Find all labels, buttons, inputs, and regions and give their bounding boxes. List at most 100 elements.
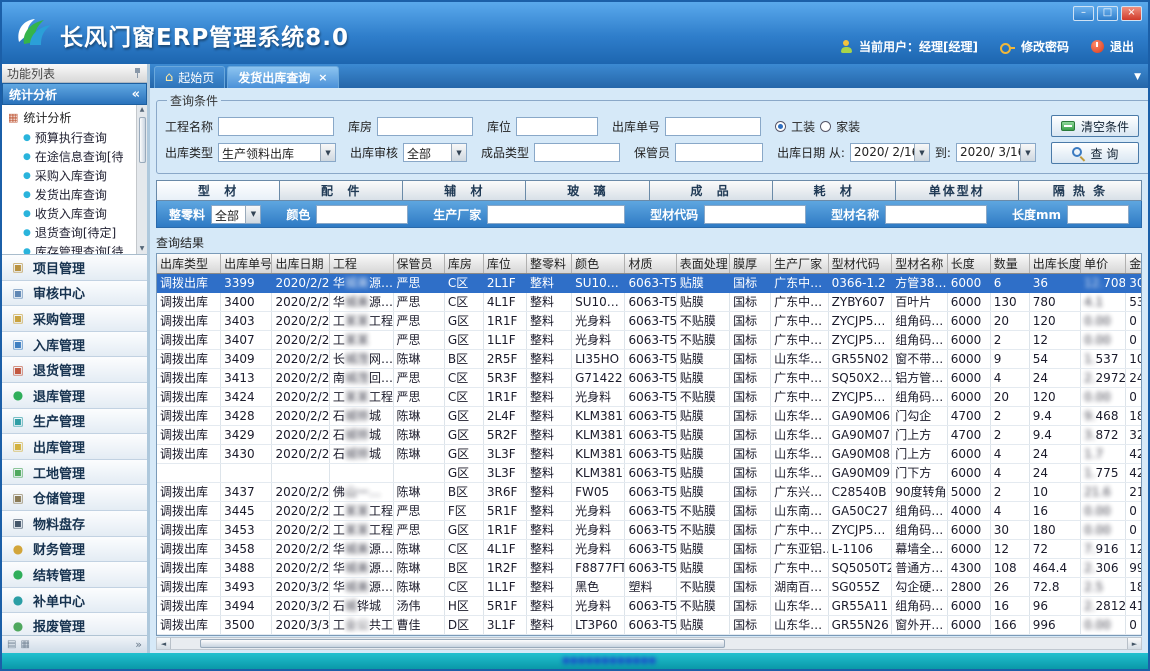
project-name-input[interactable]: [218, 117, 334, 136]
change-password-link[interactable]: 修改密码: [1021, 38, 1069, 55]
column-header[interactable]: 表面处理: [676, 254, 729, 273]
sidebar-item-production[interactable]: ▣生产管理: [2, 409, 147, 435]
pin-icon[interactable]: [133, 67, 142, 79]
panel-list-icon[interactable]: ▦: [20, 639, 29, 650]
table-row[interactable]: 调拨出库34092020/2/25长城茂网…陈琳B区2R5F整料LI35HO60…: [157, 349, 1142, 368]
minimize-button[interactable]: –: [1073, 6, 1094, 21]
column-header[interactable]: 保管员: [393, 254, 444, 273]
sidebar-item-audit[interactable]: ▣审核中心: [2, 281, 147, 307]
table-row[interactable]: 调拨出库34072020/2/25工某某严思G区1L1F整料光身料6063-T5…: [157, 330, 1142, 349]
date-from-picker[interactable]: 2020/ 2/16 ▼: [850, 143, 930, 162]
tab-close-icon[interactable]: ×: [318, 71, 327, 84]
radio-gongzhuang[interactable]: [775, 121, 786, 132]
tab-home[interactable]: ⌂ 起始页: [154, 66, 225, 88]
scroll-right-icon[interactable]: ►: [1127, 638, 1141, 649]
sidebar-item-finance[interactable]: ●财务管理: [2, 537, 147, 563]
column-header[interactable]: 型材名称: [892, 254, 947, 273]
sidebar-item-outbound[interactable]: ▣出库管理: [2, 434, 147, 460]
length-input[interactable]: [1067, 205, 1129, 224]
table-row[interactable]: 调拨出库34282020/2/26石城铧城陈琳G区2L4F整料KLM381760…: [157, 406, 1142, 425]
column-header[interactable]: 生产厂家: [771, 254, 828, 273]
panel-monitor-icon[interactable]: ▤: [7, 639, 16, 650]
column-header[interactable]: 颜色: [572, 254, 625, 273]
tab-shipment-outbound-query[interactable]: 发货出库查询 ×: [227, 66, 338, 88]
tree-item[interactable]: ●退货查询[待定]: [2, 223, 135, 242]
sidebar-section-statistics[interactable]: 统计分析 «: [2, 83, 147, 105]
tab-overflow-icon[interactable]: ▼: [1134, 72, 1141, 82]
column-header[interactable]: 整零料: [526, 254, 571, 273]
sidebar-item-return-store[interactable]: ●退库管理: [2, 383, 147, 409]
sidebar-item-inbound[interactable]: ▣入库管理: [2, 332, 147, 358]
color-input[interactable]: [316, 205, 408, 224]
close-button[interactable]: ×: [1121, 6, 1142, 21]
sidebar-item-site[interactable]: ▣工地管理: [2, 460, 147, 486]
sidebar-item-carryover[interactable]: ●结转管理: [2, 562, 147, 588]
column-header[interactable]: 膜厚: [730, 254, 771, 273]
material-tab[interactable]: 玻 璃: [526, 180, 649, 201]
sidebar-item-storage[interactable]: ▣仓储管理: [2, 485, 147, 511]
chevron-down-icon[interactable]: ▼: [1020, 144, 1035, 161]
profile-name-input[interactable]: [885, 205, 987, 224]
column-header[interactable]: 库房: [444, 254, 483, 273]
table-row[interactable]: 调拨出库34302020/2/26石城铧城陈琳G区3L3F整料KLM381760…: [157, 444, 1142, 463]
out-type-select[interactable]: 生产领料出库 ▼: [218, 143, 336, 162]
radio-jiazhuang[interactable]: [820, 121, 831, 132]
chevron-down-icon[interactable]: ▼: [245, 206, 260, 223]
date-to-picker[interactable]: 2020/ 3/16 ▼: [956, 143, 1036, 162]
sidebar-item-return-goods[interactable]: ▣退货管理: [2, 357, 147, 383]
table-row[interactable]: 调拨出库34942020/3/2石城铧城汤伟H区5R1F整料光身料6063-T5…: [157, 596, 1142, 615]
material-tab[interactable]: 单体型材: [896, 180, 1019, 201]
tree-scrollbar[interactable]: ▲ ▼: [136, 105, 147, 254]
table-row[interactable]: 调拨出库35002020/3/3工业公共工程曹佳D区3L1F整料LT3P6060…: [157, 615, 1142, 634]
column-header[interactable]: 工程: [329, 254, 393, 273]
product-type-input[interactable]: [534, 143, 620, 162]
tree-item[interactable]: ●发货出库查询: [2, 185, 135, 204]
scrollbar-track[interactable]: [171, 638, 1127, 649]
table-row[interactable]: 调拨出库33992020/2/25华城美源…严思C区2L1F整料SU10…606…: [157, 273, 1142, 292]
location-input[interactable]: [516, 117, 598, 136]
table-row[interactable]: 调拨出库34002020/2/25华城美源…严思C区4L1F整料SU10…606…: [157, 292, 1142, 311]
material-tab[interactable]: 配 件: [280, 180, 403, 201]
column-header[interactable]: 出库长度: [1029, 254, 1080, 273]
scroll-down-icon[interactable]: ▼: [140, 244, 145, 254]
material-tab[interactable]: 型 材: [156, 180, 280, 201]
scrollbar-thumb[interactable]: [139, 117, 146, 163]
table-row[interactable]: 调拨出库35102020/3/4工业公共工程陈琳F区5R1F整料光身料6063-…: [157, 634, 1142, 636]
sidebar-item-supplement[interactable]: ●补单中心: [2, 588, 147, 614]
scroll-left-icon[interactable]: ◄: [157, 638, 171, 649]
horizontal-scrollbar[interactable]: ◄ ►: [156, 637, 1142, 650]
more-panels-button[interactable]: »: [135, 638, 142, 651]
table-row[interactable]: 调拨出库34532020/2/28工某某工程严思G区1R1F整料光身料6063-…: [157, 520, 1142, 539]
column-header[interactable]: 出库日期: [272, 254, 329, 273]
table-row[interactable]: 调拨出库34452020/2/27工某某工程严思F区5R1F整料光身料6063-…: [157, 501, 1142, 520]
collapse-icon[interactable]: «: [132, 87, 140, 102]
tree-item[interactable]: ●库存管理查询[待: [2, 242, 135, 255]
chevron-down-icon[interactable]: ▼: [320, 144, 335, 161]
tree-item[interactable]: ●收货入库查询: [2, 204, 135, 223]
table-row[interactable]: 调拨出库34242020/2/26工某某工程严思C区1R1F整料光身料6063-…: [157, 387, 1142, 406]
search-button[interactable]: 查 询: [1051, 142, 1139, 164]
maximize-button[interactable]: □: [1097, 6, 1118, 21]
column-header[interactable]: 数量: [990, 254, 1029, 273]
tree-item[interactable]: ●在途信息查询[待: [2, 147, 135, 166]
audit-select[interactable]: 全部 ▼: [403, 143, 467, 162]
tree-item[interactable]: ●预算执行查询: [2, 128, 135, 147]
table-row[interactable]: 调拨出库34032020/2/25工某某工程严思G区1R1F整料光身料6063-…: [157, 311, 1142, 330]
logout-link[interactable]: 退出: [1110, 38, 1134, 55]
table-row[interactable]: G区3L3F整料KLM38176063-T5贴膜国标山东华…GA90M09…门下…: [157, 463, 1142, 482]
clear-conditions-button[interactable]: 清空条件: [1051, 115, 1139, 137]
scrollbar-thumb[interactable]: [200, 639, 726, 648]
sidebar-item-project[interactable]: ▣项目管理: [2, 255, 147, 281]
table-row[interactable]: 调拨出库34292020/2/26石城铧城陈琳G区5R2F整料KLM381760…: [157, 425, 1142, 444]
column-header[interactable]: 长度: [947, 254, 990, 273]
column-header[interactable]: 金: [1126, 254, 1142, 273]
table-row[interactable]: 调拨出库34132020/2/26南城茂回…严思C区5R3F整料G7142260…: [157, 368, 1142, 387]
whole-part-select[interactable]: 全部 ▼: [211, 205, 261, 224]
column-header[interactable]: 出库单号: [221, 254, 272, 273]
material-tab[interactable]: 耗 材: [773, 180, 896, 201]
column-header[interactable]: 型材代码: [828, 254, 892, 273]
column-header[interactable]: 出库类型: [157, 254, 221, 273]
column-header[interactable]: 单价: [1081, 254, 1126, 273]
tree-root[interactable]: ▦ 统计分析: [2, 107, 135, 128]
material-tab[interactable]: 隔 热 条: [1019, 180, 1142, 201]
